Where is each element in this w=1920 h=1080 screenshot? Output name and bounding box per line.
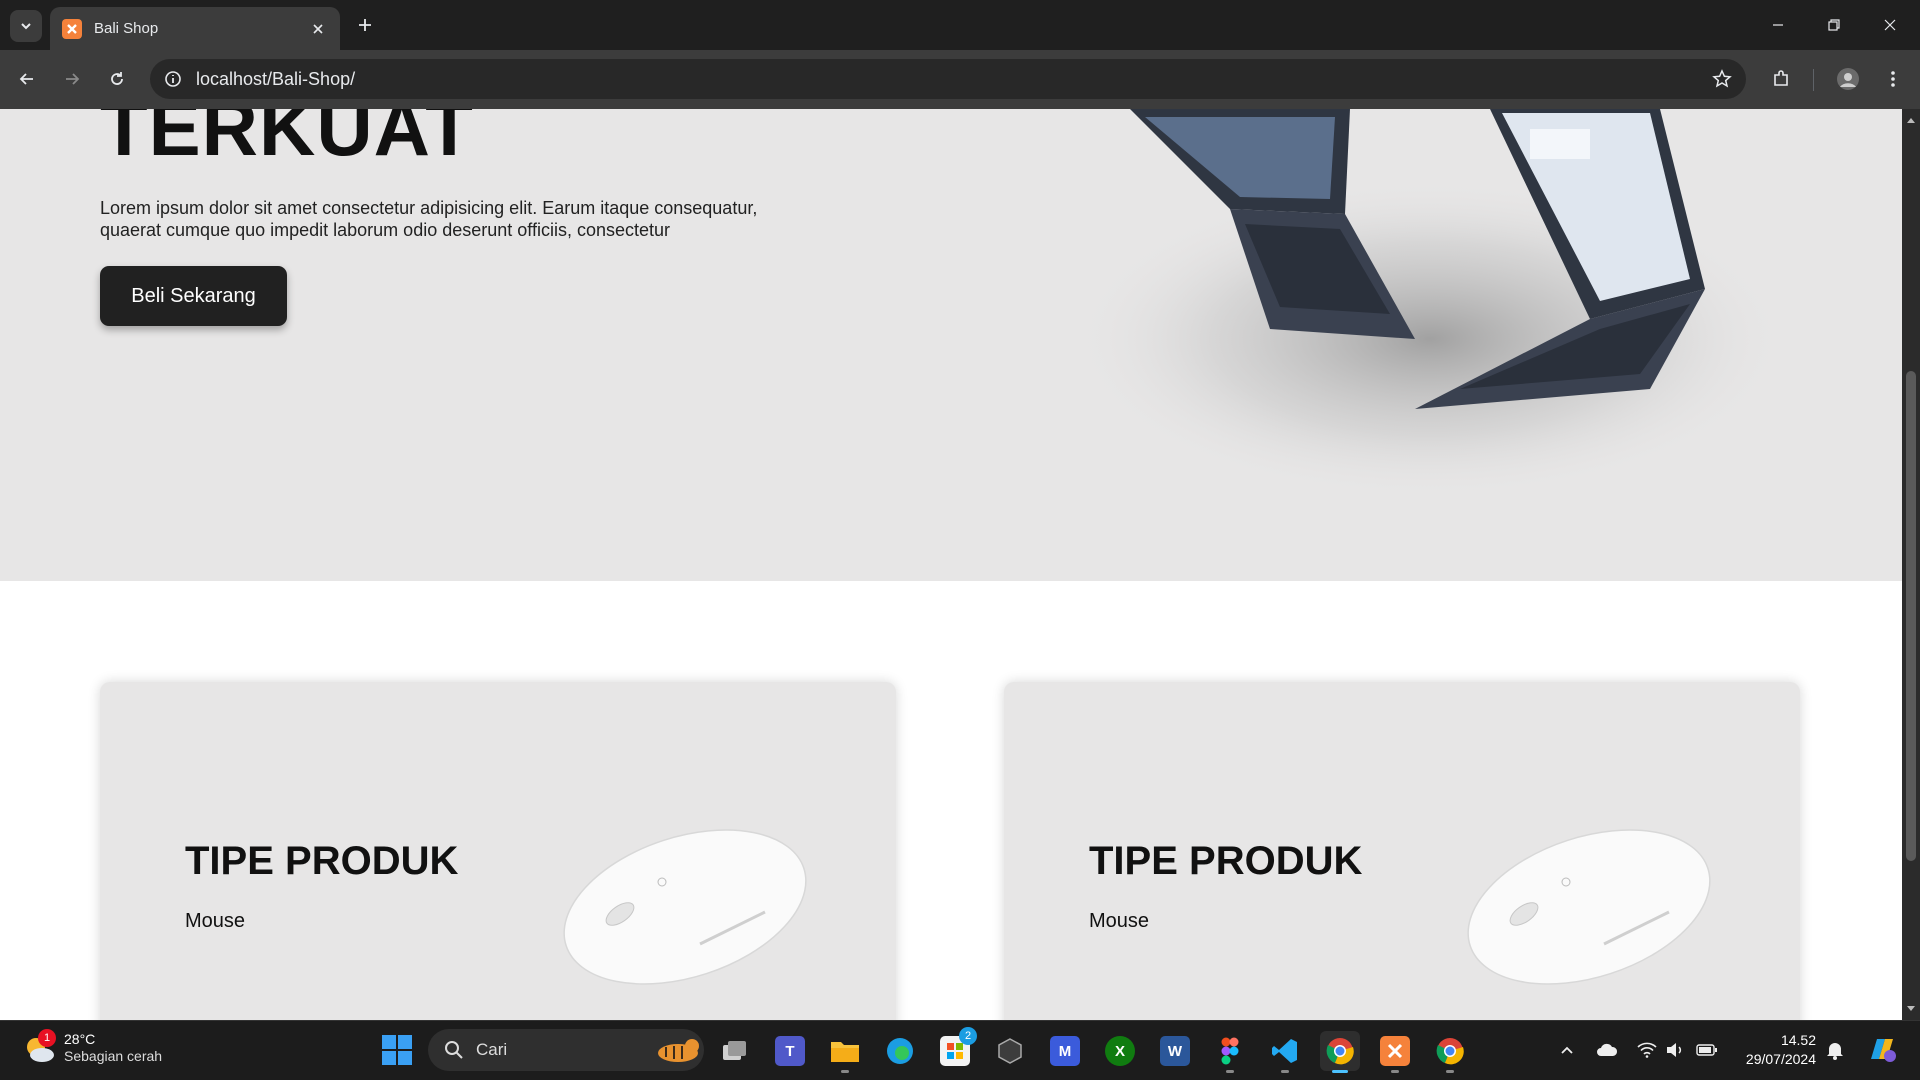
tab-search-button[interactable]: [10, 10, 42, 42]
taskbar-teams[interactable]: T: [770, 1031, 810, 1071]
store-badge: 2: [959, 1027, 977, 1045]
minimize-icon[interactable]: [1750, 0, 1806, 50]
hero-description: Lorem ipsum dolor sit amet consectetur a…: [100, 198, 758, 240]
notification-bell-icon[interactable]: [1824, 1039, 1846, 1061]
taskbar-word[interactable]: W: [1155, 1031, 1195, 1071]
buy-now-button[interactable]: Beli Sekarang: [100, 266, 287, 326]
xampp-favicon-icon: [62, 18, 82, 39]
weather-badge: 1: [38, 1029, 56, 1047]
clock-date: 29/07/2024: [1745, 1051, 1816, 1067]
weather-widget[interactable]: 1 28°C Sebagian cerah: [22, 1029, 163, 1065]
chrome-icon: [1325, 1036, 1355, 1066]
taskbar-app-hex[interactable]: [990, 1031, 1030, 1071]
running-indicator: [1446, 1070, 1454, 1073]
taskbar-search[interactable]: Cari: [428, 1029, 704, 1071]
weather-description: Sebagian cerah: [64, 1048, 163, 1064]
window-close-icon[interactable]: [1862, 0, 1918, 50]
tiger-search-highlight-icon: [658, 1039, 699, 1062]
word-icon: W: [1160, 1036, 1190, 1066]
tab-title: Bali Shop: [94, 20, 159, 37]
partly-sunny-icon: 1: [22, 1029, 56, 1065]
taskbar-file-explorer[interactable]: [825, 1031, 865, 1073]
taskbar-app-blue[interactable]: M: [1045, 1031, 1085, 1071]
weather-temperature: 28°C: [64, 1031, 96, 1047]
chevron-down-icon: [21, 23, 31, 30]
xbox-icon: X: [1105, 1036, 1135, 1066]
product-card-2[interactable]: TIPE PRODUK Mouse: [1004, 682, 1800, 1020]
wifi-icon[interactable]: [1636, 1039, 1658, 1061]
mouse-product-image: [563, 829, 807, 985]
bookmark-star-icon[interactable]: [1712, 69, 1732, 89]
search-placeholder: Cari: [476, 1040, 508, 1059]
vscode-icon: [1270, 1036, 1300, 1066]
url-text: localhost/Bali-Shop/: [196, 68, 356, 89]
laptops-hero-image: [1070, 109, 1790, 499]
taskbar-chrome-active[interactable]: [1320, 1031, 1360, 1073]
tab-bali-shop[interactable]: Bali Shop: [50, 7, 340, 50]
chrome-menu-icon[interactable]: [1877, 63, 1909, 95]
search-icon: [445, 1041, 463, 1059]
extensions-puzzle-icon[interactable]: [1765, 63, 1797, 95]
toolbar-divider: [1813, 69, 1814, 91]
figma-icon: [1215, 1036, 1245, 1066]
active-indicator: [1332, 1070, 1348, 1073]
product-card-1[interactable]: TIPE PRODUK Mouse: [100, 682, 896, 1020]
chrome-icon: [1435, 1036, 1465, 1066]
profile-avatar-icon[interactable]: [1832, 63, 1864, 95]
site-info-icon[interactable]: [164, 70, 182, 88]
running-indicator: [1281, 1070, 1289, 1073]
running-indicator: [841, 1070, 849, 1073]
taskbar-task-view[interactable]: [715, 1031, 755, 1071]
page-scrollbar[interactable]: [1902, 109, 1920, 1020]
chevron-up-icon[interactable]: [1556, 1039, 1578, 1061]
running-indicator: [1226, 1070, 1234, 1073]
reload-icon[interactable]: [101, 63, 133, 95]
hexagon-app-icon: [995, 1036, 1025, 1066]
taskbar-store[interactable]: 2: [935, 1027, 977, 1071]
address-bar[interactable]: localhost/Bali-Shop/: [150, 59, 1746, 99]
browser-toolbar: localhost/Bali-Shop/: [0, 50, 1920, 109]
clock-time: 14.52: [1780, 1032, 1816, 1048]
product-card-title: TIPE PRODUK: [1089, 839, 1363, 883]
scroll-thumb[interactable]: [1906, 371, 1916, 861]
teams-icon: T: [775, 1036, 805, 1066]
back-arrow-icon[interactable]: [11, 63, 43, 95]
taskbar-vscode[interactable]: [1265, 1031, 1305, 1073]
taskbar-figma[interactable]: [1210, 1031, 1250, 1073]
volume-icon[interactable]: [1664, 1039, 1686, 1061]
onedrive-cloud-icon[interactable]: [1596, 1039, 1618, 1061]
folder-icon: [830, 1036, 860, 1066]
hero-title: TERKUAT: [100, 109, 474, 172]
restore-icon[interactable]: [1806, 0, 1862, 50]
product-card-subtitle: Mouse: [1089, 910, 1150, 932]
taskbar-clock[interactable]: 14.52 29/07/2024: [1732, 1031, 1816, 1069]
taskbar-edge[interactable]: [880, 1031, 920, 1071]
scroll-up-arrow-icon[interactable]: [1906, 115, 1916, 125]
taskbar-xampp[interactable]: [1375, 1031, 1415, 1073]
browser-tab-strip: Bali Shop: [0, 0, 1920, 50]
running-indicator: [1391, 1070, 1399, 1073]
new-tab-plus-icon[interactable]: [352, 12, 378, 38]
xampp-icon: [1380, 1036, 1410, 1066]
copilot-icon[interactable]: [1866, 1033, 1898, 1065]
page-viewport: TERKUAT Lorem ipsum dolor sit amet conse…: [0, 109, 1902, 1020]
battery-icon[interactable]: [1696, 1039, 1718, 1061]
task-view-icon: [720, 1036, 750, 1066]
math-app-icon: M: [1050, 1036, 1080, 1066]
windows-start-icon[interactable]: [382, 1035, 412, 1065]
tab-close-icon[interactable]: [308, 19, 328, 39]
product-card-title: TIPE PRODUK: [185, 839, 459, 883]
forward-arrow-icon[interactable]: [56, 63, 88, 95]
windows-taskbar: 1 28°C Sebagian cerah Cari T 2 M X W 14.…: [0, 1020, 1920, 1080]
taskbar-chrome-profile[interactable]: [1430, 1031, 1470, 1073]
scroll-down-arrow-icon[interactable]: [1906, 1004, 1916, 1014]
taskbar-xbox[interactable]: X: [1100, 1031, 1140, 1071]
edge-icon: [885, 1036, 915, 1066]
product-card-subtitle: Mouse: [185, 910, 246, 932]
hero-section: TERKUAT Lorem ipsum dolor sit amet conse…: [0, 109, 1902, 581]
mouse-product-image: [1467, 829, 1711, 985]
